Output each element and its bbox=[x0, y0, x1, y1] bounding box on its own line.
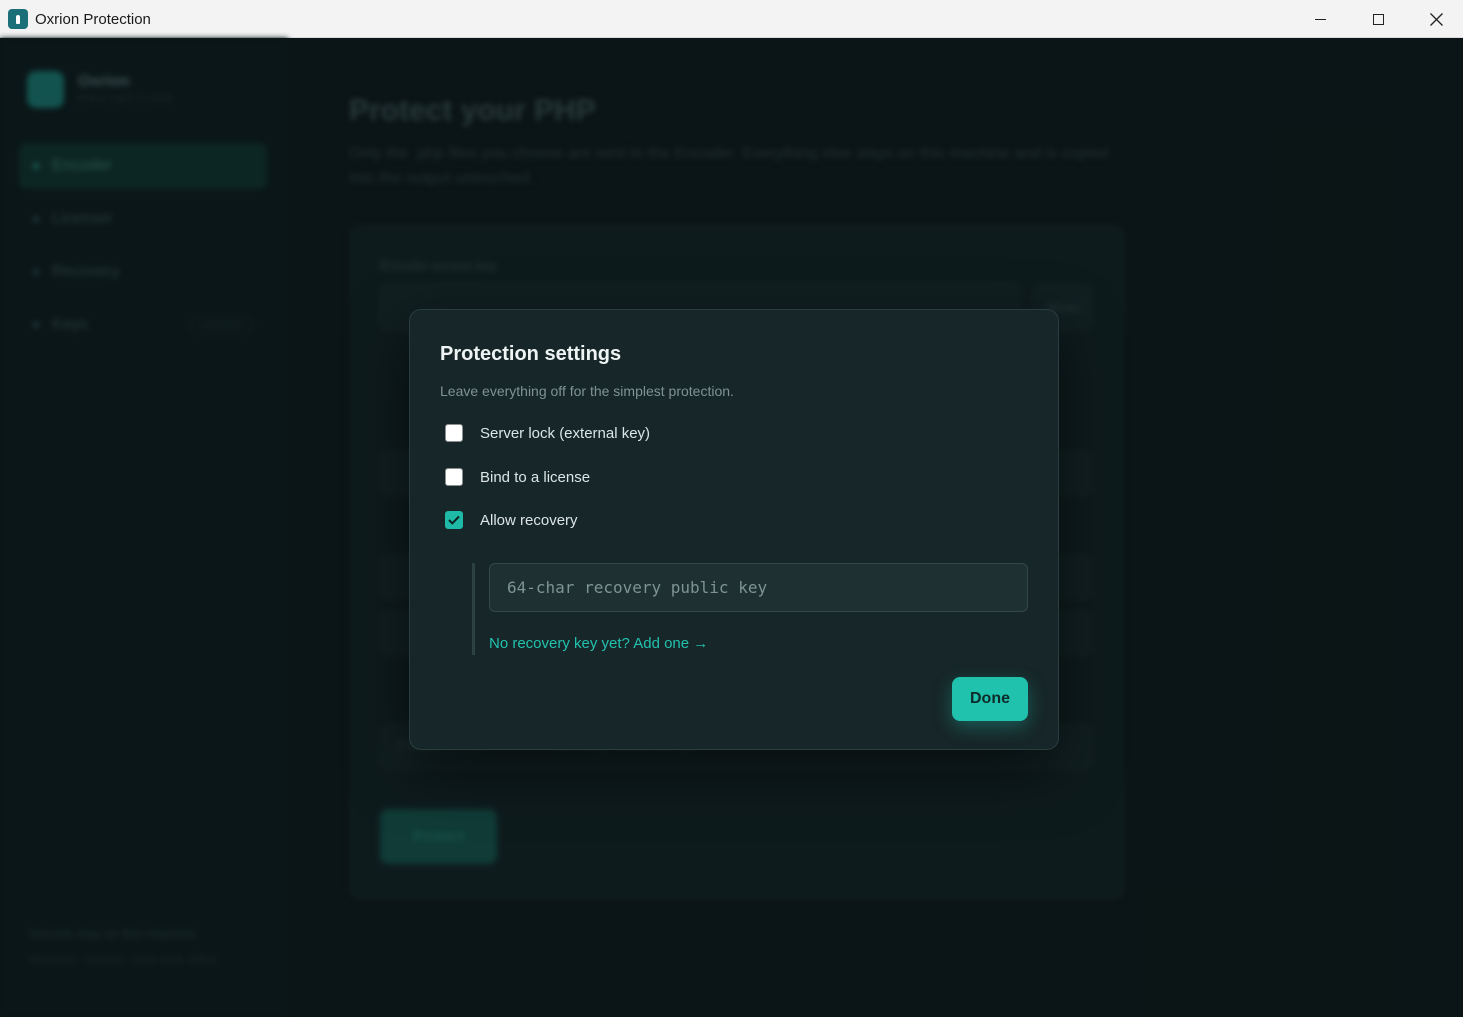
bind-license-checkbox[interactable] bbox=[445, 468, 463, 486]
option-label: Server lock (external key) bbox=[480, 424, 651, 442]
minimize-button[interactable] bbox=[1291, 0, 1349, 38]
window-title: Oxrion Protection bbox=[35, 11, 151, 28]
close-button[interactable] bbox=[1407, 0, 1463, 38]
maximize-icon bbox=[1372, 13, 1384, 25]
add-recovery-key-link[interactable]: No recovery key yet? Add one → bbox=[489, 635, 708, 652]
app-lock-icon bbox=[8, 9, 28, 29]
option-label: Allow recovery bbox=[480, 511, 578, 529]
recovery-indent-bar bbox=[472, 563, 475, 655]
minimize-icon bbox=[1314, 18, 1326, 20]
allow-recovery-checkbox[interactable] bbox=[445, 511, 463, 529]
protection-settings-dialog: Protection settings Leave everything off… bbox=[409, 309, 1059, 750]
option-bind-license[interactable]: Bind to a license bbox=[445, 468, 590, 486]
option-label: Bind to a license bbox=[480, 468, 591, 486]
server-lock-checkbox[interactable] bbox=[445, 424, 463, 442]
option-server-lock[interactable]: Server lock (external key) bbox=[445, 424, 650, 442]
option-allow-recovery[interactable]: Allow recovery bbox=[445, 511, 578, 529]
done-button[interactable]: Done bbox=[952, 677, 1028, 721]
recovery-key-input[interactable] bbox=[489, 563, 1028, 612]
checkmark-icon bbox=[448, 515, 460, 525]
dialog-title: Protection settings bbox=[440, 343, 622, 365]
close-icon bbox=[1429, 12, 1443, 26]
window-titlebar: Oxrion Protection bbox=[0, 0, 1463, 38]
dialog-subtitle: Leave everything off for the simplest pr… bbox=[440, 383, 734, 399]
maximize-button[interactable] bbox=[1349, 0, 1407, 38]
